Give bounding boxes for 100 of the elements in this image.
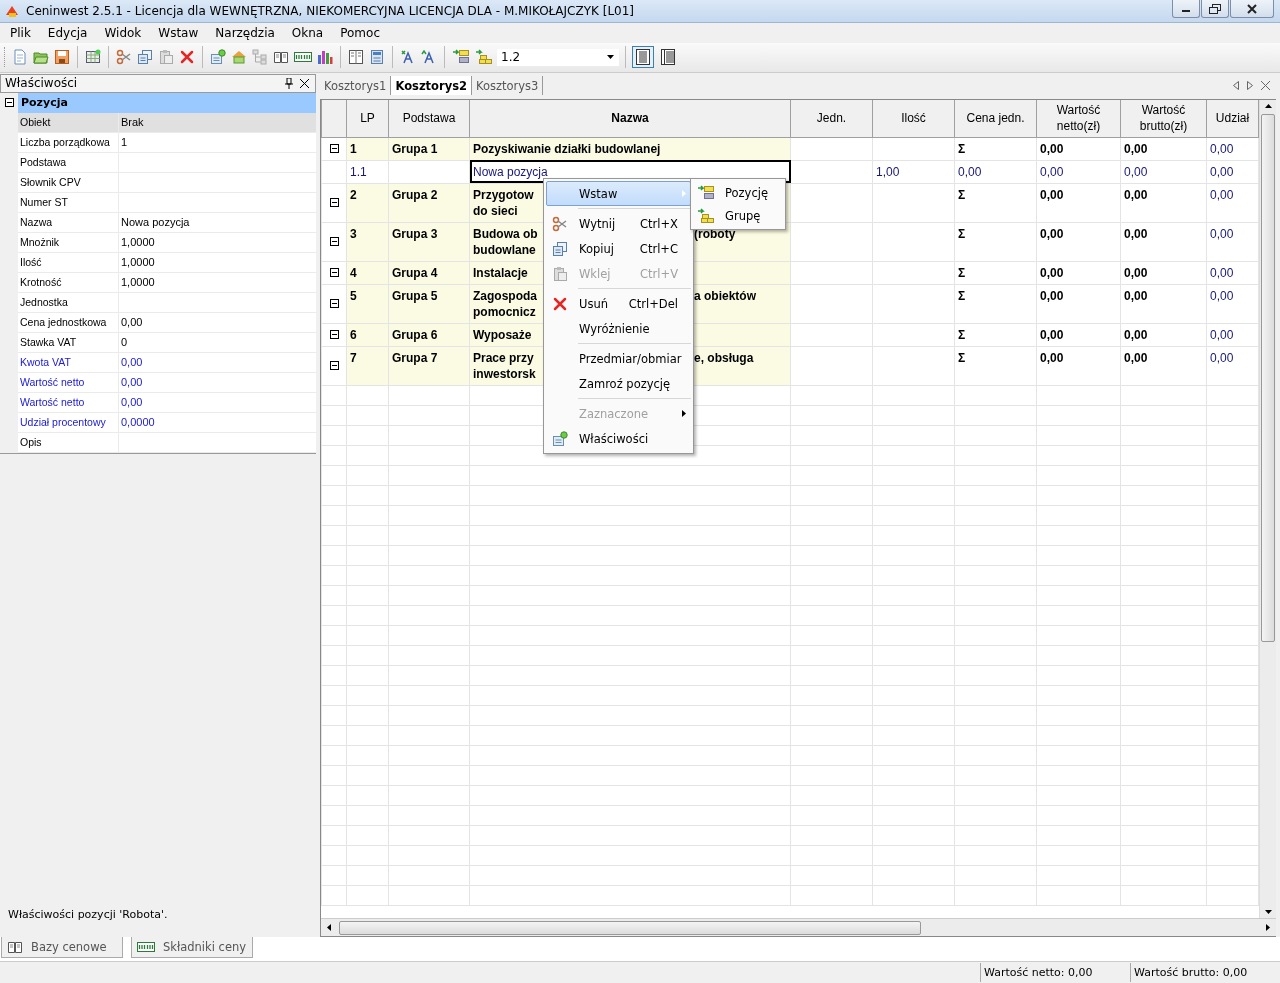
column-header[interactable]: Ilość — [872, 99, 955, 138]
bottom-tab[interactable]: Bazy cenowe — [1, 937, 123, 959]
gross-value-cell: 0,00 — [1124, 164, 1148, 179]
restore-button[interactable] — [1201, 0, 1229, 18]
menu-item[interactable]: Widok — [97, 25, 152, 40]
basis-cell: Grupa 2 — [392, 187, 438, 202]
scroll-right-icon[interactable] — [1266, 924, 1270, 932]
insert-position-icon[interactable] — [452, 49, 470, 66]
copy-icon — [552, 240, 568, 257]
insert-group-icon[interactable] — [475, 49, 493, 66]
property-label: Ilość — [20, 255, 42, 268]
menu-item[interactable]: Wstaw — [151, 25, 209, 40]
sort-icon[interactable] — [400, 49, 416, 66]
collapse-icon[interactable] — [4, 98, 14, 108]
scrollbar-thumb[interactable] — [1261, 113, 1275, 642]
level-dropdown[interactable]: 1.2 — [497, 48, 619, 66]
column-header[interactable]: LP — [346, 99, 389, 138]
column-header[interactable]: Cena jedn. — [954, 99, 1037, 138]
collapse-icon[interactable] — [329, 236, 339, 246]
copy-icon[interactable] — [137, 49, 153, 66]
spreadsheet-icon[interactable] — [85, 49, 101, 66]
collapse-icon[interactable] — [329, 298, 339, 308]
menu-item[interactable]: Narzędzia — [208, 25, 285, 40]
property-label: Podstawa — [20, 155, 67, 168]
context-menu-item[interactable]: Przedmiar/obmiar — [546, 346, 691, 371]
document-tab[interactable]: Kosztorys3 — [472, 76, 544, 96]
basis-cell: Grupa 7 — [392, 350, 438, 365]
column-header[interactable]: Wartość brutto(zł) — [1120, 99, 1207, 138]
gross-value-cell: 0,00 — [1124, 327, 1148, 342]
column-header[interactable]: Udział — [1206, 99, 1259, 138]
row-number: 6 — [350, 327, 357, 342]
collapse-icon[interactable] — [329, 329, 339, 339]
vertical-scrollbar[interactable] — [1259, 99, 1276, 919]
scissors-icon[interactable] — [116, 49, 132, 66]
delete-icon — [552, 295, 568, 312]
house-icon[interactable] — [231, 49, 247, 66]
menu-item[interactable]: Plik — [3, 25, 41, 40]
focused-cell[interactable]: Nowa pozycja — [469, 160, 791, 184]
close-icon[interactable] — [300, 78, 309, 88]
collapse-icon[interactable] — [329, 197, 339, 207]
scroll-left-icon[interactable] — [327, 924, 331, 932]
context-menu-item[interactable]: Usuń Ctrl+Del — [546, 291, 691, 316]
columns-icon[interactable] — [348, 49, 364, 66]
close-button[interactable] — [1230, 0, 1274, 18]
view-toggle-button[interactable] — [632, 46, 654, 69]
collapse-icon[interactable] — [329, 267, 339, 277]
quantity-cell: 1,00 — [876, 164, 900, 179]
minimize-button[interactable] — [1172, 0, 1200, 18]
row-number: 4 — [350, 265, 357, 280]
column-header[interactable]: Podstawa — [388, 99, 470, 138]
property-value: 0,00 — [121, 315, 143, 328]
scroll-up-icon[interactable] — [1264, 103, 1272, 108]
bar-chart-icon[interactable] — [317, 49, 333, 66]
horizontal-scrollbar[interactable] — [321, 918, 1276, 937]
submenu-item[interactable]: Grupę — [693, 204, 783, 227]
status-panel: Wartość brutto: 0,00 — [1130, 963, 1280, 982]
context-menu-item[interactable]: Zamroź pozycję — [546, 371, 691, 396]
submenu-item[interactable]: Pozycję — [693, 181, 783, 204]
collapse-icon[interactable] — [329, 360, 339, 370]
column-header[interactable]: Nazwa — [469, 99, 791, 138]
document-tab[interactable]: Kosztorys2 — [391, 76, 472, 96]
property-value: 1,0000 — [121, 235, 155, 248]
share-cell: 0,00 — [1210, 164, 1234, 179]
insert-group-icon — [697, 207, 715, 224]
net-value-cell: 0,00 — [1040, 327, 1064, 342]
pin-icon[interactable] — [285, 77, 293, 89]
window-title: Ceninwest 2.5.1 - Licencja dla WEWNĘTRZNA, NIEKOMERCYJNA LICENCJA DLA - M.MIKOŁAJCZYK [L01] — [26, 3, 636, 18]
share-cell: 0,00 — [1210, 265, 1234, 280]
property-value: 0,00 — [121, 395, 143, 408]
property-label: Wartość netto — [20, 375, 85, 388]
scroll-down-icon[interactable] — [1264, 910, 1272, 915]
context-menu-item[interactable]: Właściwości — [546, 426, 691, 451]
context-menu-item[interactable]: Wytnij Ctrl+X — [546, 211, 691, 236]
paste-icon — [552, 265, 568, 282]
row-number: 1 — [350, 141, 357, 156]
context-menu-item[interactable]: Wyróżnienie — [546, 316, 691, 341]
scrollbar-thumb[interactable] — [339, 920, 921, 935]
delete-icon[interactable] — [179, 49, 195, 66]
collapse-icon[interactable] — [329, 143, 339, 153]
dropdown-arrow-icon — [607, 55, 614, 60]
context-menu-item[interactable]: Wstaw — [546, 181, 691, 206]
menu-item[interactable]: Edycja — [40, 25, 98, 40]
bottom-tab[interactable]: Składniki ceny — [131, 937, 253, 959]
sum-symbol: Σ — [958, 327, 966, 342]
open-folder-icon[interactable] — [33, 49, 49, 66]
rms-icon[interactable] — [294, 50, 312, 65]
submenu-arrow-icon — [682, 190, 686, 197]
book-icon[interactable] — [273, 49, 289, 66]
close-icon — [1247, 3, 1257, 14]
property-label: Udział procentowy — [20, 415, 106, 428]
column-header[interactable]: Jedn. — [790, 99, 873, 138]
net-value-cell: 0,00 — [1040, 226, 1064, 241]
insert-position-icon — [697, 184, 715, 201]
menu-item[interactable]: Okna — [284, 25, 334, 40]
rms-icon — [137, 940, 155, 955]
sort-up-icon[interactable] — [421, 49, 437, 66]
share-cell: 0,00 — [1210, 141, 1234, 156]
context-menu-item[interactable]: Kopiuj Ctrl+C — [546, 236, 691, 261]
menu-item[interactable]: Pomoc — [333, 25, 390, 40]
column-header[interactable]: Wartość netto(zł) — [1036, 99, 1121, 138]
